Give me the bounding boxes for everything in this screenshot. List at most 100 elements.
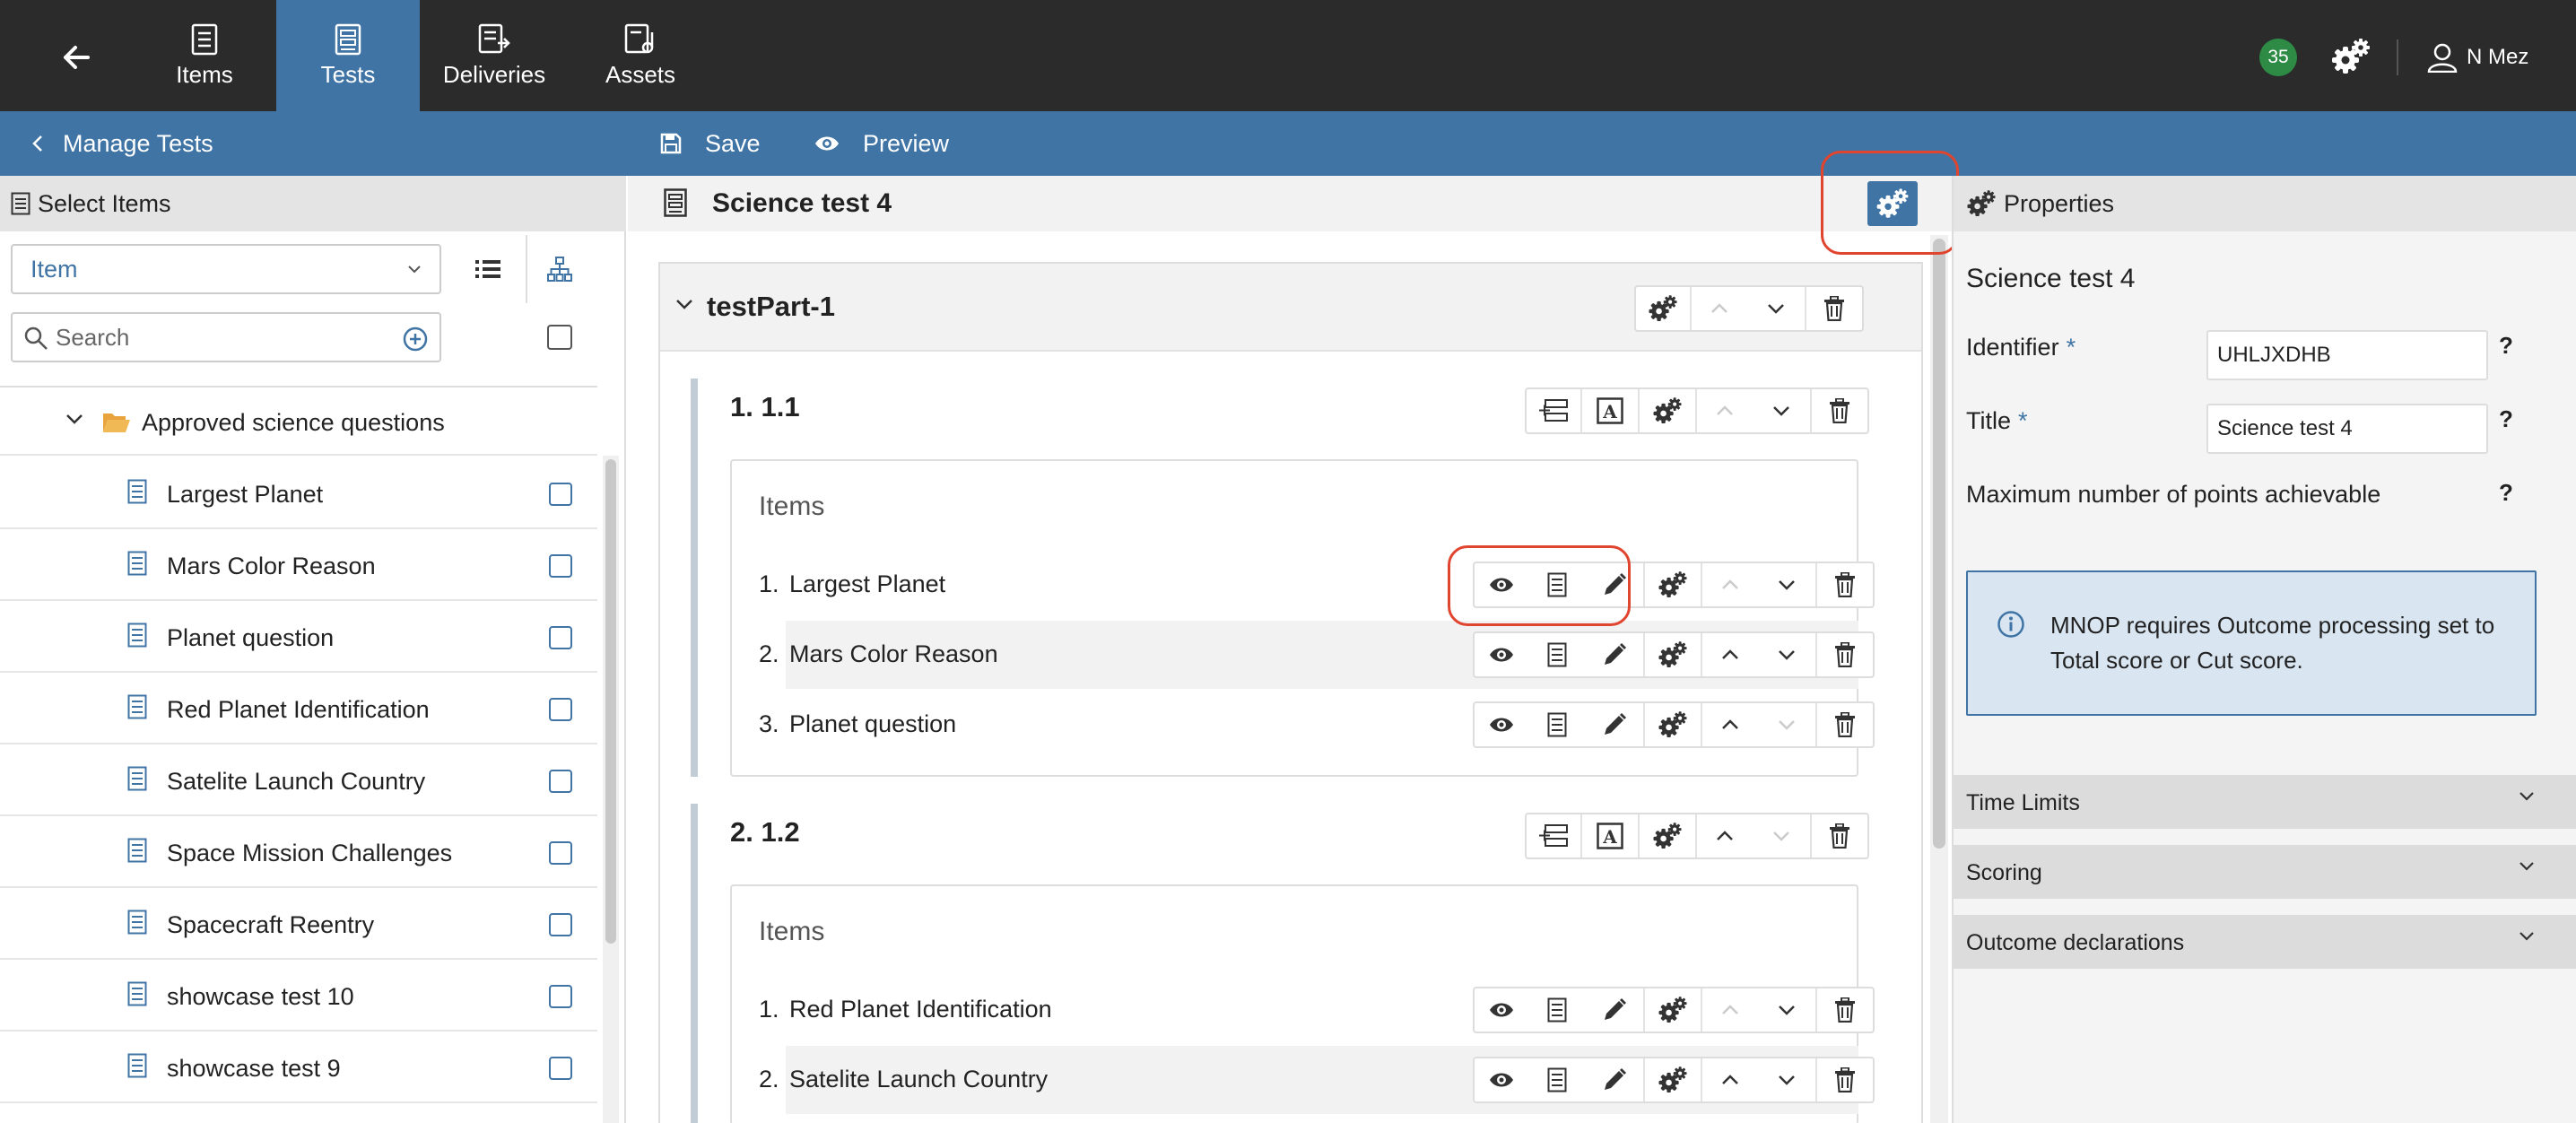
delete-button[interactable] [1815,633,1873,676]
tree-item[interactable]: Space Mission Challenges [0,816,597,888]
preview-item-button[interactable] [1475,633,1528,676]
view-item-button[interactable] [1528,703,1586,746]
edit-item-button[interactable] [1586,563,1643,606]
view-item-button[interactable] [1528,633,1586,676]
edit-item-button[interactable] [1586,1058,1643,1101]
section-properties-button[interactable] [1638,389,1695,432]
center-scrollbar-thumb[interactable] [1933,239,1945,849]
preview-button[interactable]: Preview [814,111,949,176]
item-properties-button[interactable] [1643,563,1701,606]
item-properties-button[interactable] [1643,703,1701,746]
add-subsection-button[interactable] [1527,814,1580,857]
delete-button[interactable] [1805,287,1862,330]
item-properties-button[interactable] [1643,1058,1701,1101]
move-up-button[interactable] [1695,389,1753,432]
item-ref-row[interactable]: 3. Planet question [759,691,1875,759]
tree-item[interactable]: showcase test 9 [0,1032,597,1103]
select-all-checkbox[interactable] [547,325,572,350]
plus-circle-icon[interactable] [402,326,429,353]
item-ref-row[interactable]: 1. Red Planet Identification [759,976,1875,1044]
item-checkbox[interactable] [549,913,572,936]
edit-item-button[interactable] [1586,633,1643,676]
list-view-button[interactable] [466,249,509,289]
nav-tab-items[interactable]: Items [133,0,276,111]
item-checkbox[interactable] [549,1057,572,1080]
move-down-button[interactable] [1747,287,1805,330]
tree-item[interactable]: Spacecraft Reentry [0,888,597,960]
save-button[interactable]: Save [660,111,761,176]
move-up-button[interactable] [1695,814,1753,857]
rubric-block-button[interactable]: A [1580,814,1638,857]
folder-row[interactable]: Approved science questions [0,391,597,456]
move-down-button[interactable] [1753,814,1810,857]
move-down-button[interactable] [1758,703,1815,746]
preview-item-button[interactable] [1475,703,1528,746]
move-up-button[interactable] [1701,563,1758,606]
identifier-field[interactable] [2206,330,2488,380]
tree-item[interactable]: showcase test 10 [0,960,597,1032]
identifier-help[interactable]: ? [2499,332,2513,360]
move-down-button[interactable] [1758,988,1815,1032]
edit-item-button[interactable] [1586,988,1643,1032]
move-up-button[interactable] [1690,287,1747,330]
item-checkbox[interactable] [549,985,572,1008]
move-up-button[interactable] [1701,988,1758,1032]
preview-item-button[interactable] [1475,988,1528,1032]
manage-tests-link[interactable]: Manage Tests [32,111,213,176]
move-up-button[interactable] [1701,703,1758,746]
item-properties-button[interactable] [1643,633,1701,676]
accordion-outcome-declarations[interactable]: Outcome declarations [1954,915,2576,969]
delete-button[interactable] [1810,814,1867,857]
user-menu[interactable]: N Mez [2427,38,2528,77]
max-points-help[interactable]: ? [2499,479,2513,507]
back-button[interactable] [39,27,113,88]
move-down-button[interactable] [1758,1058,1815,1101]
tree-item[interactable]: Red Planet Identification [0,673,597,744]
item-checkbox[interactable] [549,554,572,578]
nav-tab-tests[interactable]: Tests [276,0,420,111]
item-checkbox[interactable] [549,841,572,865]
title-help[interactable]: ? [2499,405,2513,433]
item-ref-row[interactable]: 2. Mars Color Reason [759,621,1875,689]
edit-item-button[interactable] [1586,703,1643,746]
add-subsection-button[interactable] [1527,389,1580,432]
tree-view-button[interactable] [538,249,581,289]
delete-button[interactable] [1810,389,1867,432]
move-down-button[interactable] [1753,389,1810,432]
title-field[interactable] [2206,404,2488,454]
chevron-down-icon[interactable] [674,298,694,310]
nav-tab-deliveries[interactable]: Deliveries [422,0,566,111]
move-up-button[interactable] [1701,1058,1758,1101]
left-scrollbar-thumb[interactable] [605,459,616,944]
search-input[interactable] [56,319,396,355]
item-checkbox[interactable] [549,698,572,721]
view-item-button[interactable] [1528,563,1586,606]
preview-item-button[interactable] [1475,1058,1528,1101]
rubric-block-button[interactable]: A [1580,389,1638,432]
test-part-properties-button[interactable] [1636,287,1690,330]
item-ref-row[interactable]: 2. Satelite Launch Country [759,1046,1875,1114]
tree-item[interactable]: Mars Color Reason [0,529,597,601]
section-properties-button[interactable] [1638,814,1695,857]
test-properties-button[interactable] [1867,181,1918,226]
item-checkbox[interactable] [549,483,572,506]
chevron-down-icon[interactable] [65,413,84,425]
delete-button[interactable] [1815,563,1873,606]
delete-button[interactable] [1815,1058,1873,1101]
tree-item[interactable]: Satelite Launch Country [0,744,597,816]
nav-tab-assets[interactable]: Assets [569,0,712,111]
move-down-button[interactable] [1758,563,1815,606]
delete-button[interactable] [1815,703,1873,746]
item-checkbox[interactable] [549,770,572,793]
move-down-button[interactable] [1758,633,1815,676]
settings-button[interactable] [2330,36,2371,77]
tree-item[interactable]: Largest Planet [0,457,597,529]
item-type-select[interactable]: Item [11,244,441,294]
delete-button[interactable] [1815,988,1873,1032]
view-item-button[interactable] [1528,988,1586,1032]
preview-item-button[interactable] [1475,563,1528,606]
tree-item[interactable]: Planet question [0,601,597,673]
accordion-time-limits[interactable]: Time Limits [1954,775,2576,829]
notification-badge[interactable]: 35 [2259,39,2297,76]
item-ref-row[interactable]: 1. Largest Planet [759,551,1875,619]
